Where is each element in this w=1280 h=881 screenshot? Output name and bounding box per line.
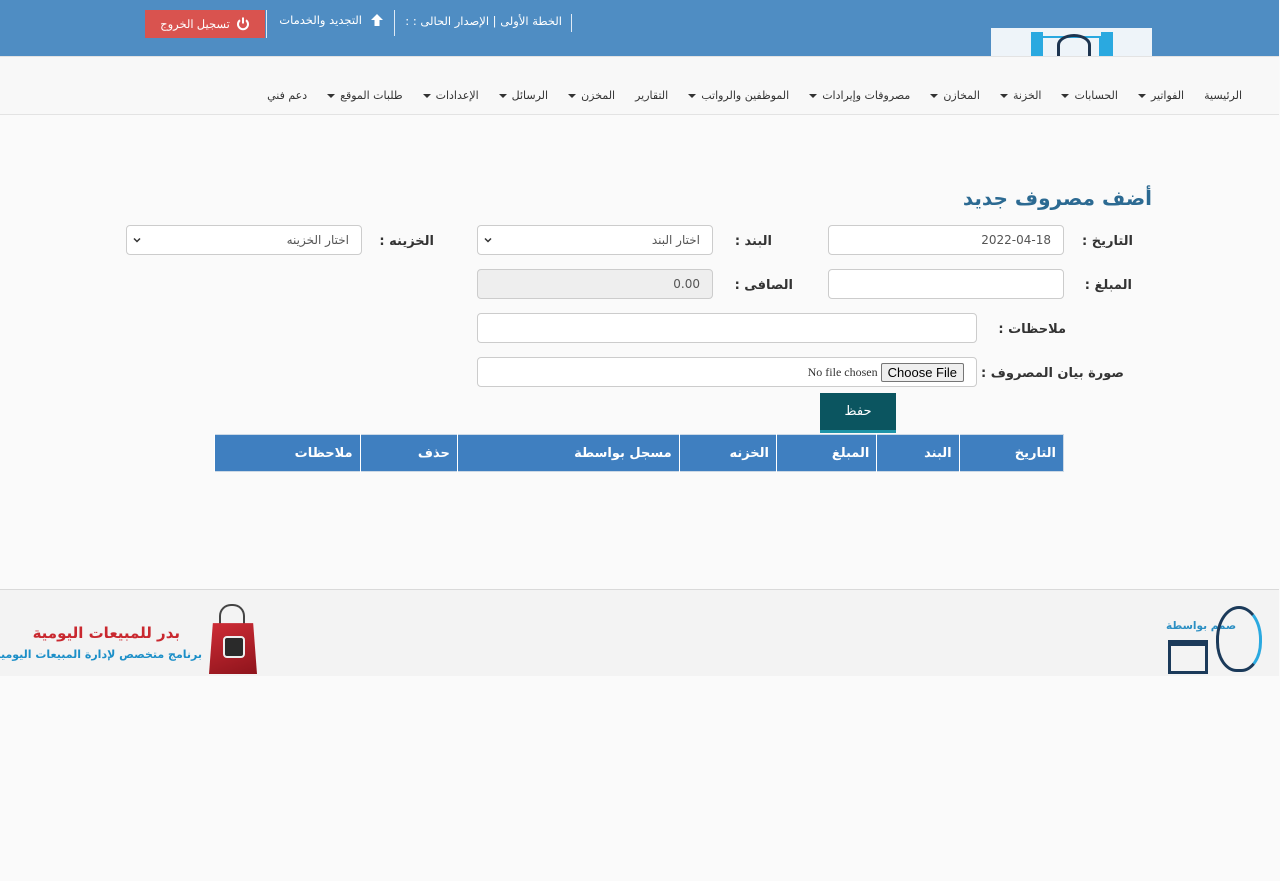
- logo-shape: [1058, 34, 1092, 56]
- item-select[interactable]: اختار البند: [478, 225, 714, 255]
- developer-swirl-shape: [1217, 606, 1263, 672]
- nav-item[interactable]: الفواتير: [1129, 89, 1195, 102]
- choose-file-button[interactable]: Choose File: [881, 362, 965, 382]
- chevron-down-icon: [485, 237, 493, 243]
- date-label: التاريخ :: [1083, 234, 1134, 249]
- caret-down-icon: [423, 93, 432, 98]
- power-icon: [237, 17, 250, 31]
- table-column-header[interactable]: التاريخ: [959, 434, 1065, 472]
- expense-image-label: صورة بيان المصروف :: [982, 366, 1125, 381]
- caret-down-icon: [1062, 93, 1071, 98]
- date-input[interactable]: 2022-04-18: [829, 225, 1065, 255]
- divider: [267, 10, 268, 38]
- net-label: الصافى :: [735, 278, 794, 293]
- product-logo: بدر للمبيعات اليومية برنامج متخصص لإدارة…: [0, 604, 261, 678]
- nav-item-label: مصروفات وإيرادات: [823, 89, 912, 102]
- item-select-value: اختار البند: [652, 233, 701, 247]
- nav-item[interactable]: الرسائل: [490, 89, 559, 102]
- divider: [572, 14, 573, 32]
- nav-item-label: طلبات الموقع: [341, 89, 404, 102]
- caret-down-icon: [1138, 93, 1147, 98]
- amount-label: المبلغ :: [1085, 278, 1133, 293]
- nav-item[interactable]: طلبات الموقع: [318, 89, 413, 102]
- notes-input[interactable]: [478, 313, 978, 343]
- developer-logo[interactable]: صمم بواسطة: [1167, 606, 1265, 678]
- nav-item-label: الحسابات: [1075, 89, 1119, 102]
- developer-mark-shape: [1169, 640, 1209, 674]
- page-title: أضف مصروف جديد: [963, 186, 1153, 210]
- logout-label: تسجيل الخروج: [161, 19, 231, 31]
- top-bar: الخطة الأولى | الإصدار الحالى : : التجدي…: [0, 0, 1280, 56]
- table-column-header[interactable]: مسجل بواسطة: [457, 434, 681, 472]
- table-column-header[interactable]: حذف: [360, 434, 459, 472]
- product-title: بدر للمبيعات اليومية: [33, 624, 181, 642]
- caret-down-icon: [569, 93, 578, 98]
- bag-handle-shape: [220, 604, 246, 626]
- nav-item-label: دعم فني: [268, 89, 309, 102]
- table-column-header[interactable]: الخزنه: [679, 434, 778, 472]
- treasury-select-value: اختار الخزينه: [287, 233, 350, 247]
- net-value: 0.00: [674, 277, 701, 291]
- treasury-label: الخزينه :: [380, 234, 435, 249]
- table-column-header[interactable]: ملاحظات: [215, 434, 362, 472]
- nav-item[interactable]: دعم فني: [258, 89, 318, 102]
- expense-image-file-input[interactable]: No file chosen Choose File: [478, 357, 978, 387]
- nav-item-label: الخزنة: [1013, 89, 1043, 102]
- product-subtitle: برنامج متخصص لإدارة المبيعات اليومية: [0, 648, 203, 661]
- renew-services-link[interactable]: التجديد والخدمات: [280, 13, 385, 27]
- table-header-row: التاريخ البند المبلغ الخزنه مسجل بواسطة حذف مل…: [215, 434, 1065, 472]
- nav-item[interactable]: المخزن: [559, 89, 626, 102]
- amount-input[interactable]: [829, 269, 1065, 299]
- main-nav: الرئيسية الفواتير الحسابات الخزنة المخازن مصر…: [0, 56, 1280, 115]
- nav-item-label: المخازن: [944, 89, 981, 102]
- divider: [395, 10, 396, 36]
- item-label: البند :: [735, 234, 773, 249]
- screen-icon: [224, 636, 246, 658]
- site-logo[interactable]: [992, 28, 1153, 56]
- caret-down-icon: [328, 93, 337, 98]
- caret-down-icon: [499, 93, 508, 98]
- plan-version-text: الخطة الأولى | الإصدار الحالى : :: [406, 14, 563, 28]
- caret-down-icon: [810, 93, 819, 98]
- nav-item-label: الإعدادات: [436, 89, 480, 102]
- notes-label: ملاحظات :: [999, 322, 1067, 337]
- nav-item[interactable]: الحسابات: [1052, 89, 1128, 102]
- file-status: No file chosen: [808, 364, 879, 379]
- arrow-up-icon: [372, 14, 384, 26]
- nav-item[interactable]: الإعدادات: [414, 89, 490, 102]
- save-button[interactable]: حفظ: [821, 393, 897, 433]
- table-column-header[interactable]: البند: [877, 434, 961, 472]
- nav-item-label: الفواتير: [1151, 89, 1186, 102]
- logo-shape: [1102, 32, 1114, 56]
- caret-down-icon: [1000, 93, 1009, 98]
- nav-item-label: الموظفين والرواتب: [702, 89, 791, 102]
- net-input: 0.00: [478, 269, 714, 299]
- nav-list: الرئيسية الفواتير الحسابات الخزنة المخازن مصر…: [258, 89, 1253, 102]
- date-value: 2022-04-18: [982, 233, 1052, 247]
- nav-item-label: الرسائل: [512, 89, 550, 102]
- nav-item[interactable]: مصروفات وإيرادات: [800, 89, 921, 102]
- nav-item-label: الرئيسية: [1205, 89, 1243, 102]
- footer: بدر للمبيعات اليومية برنامج متخصص لإدارة…: [0, 589, 1280, 676]
- treasury-select[interactable]: اختار الخزينه: [127, 225, 363, 255]
- nav-item[interactable]: الخزنة: [991, 89, 1053, 102]
- caret-down-icon: [689, 93, 698, 98]
- caret-down-icon: [931, 93, 940, 98]
- table-column-header[interactable]: المبلغ: [777, 434, 878, 472]
- nav-item[interactable]: المخازن: [921, 89, 991, 102]
- nav-item-label: المخزن: [582, 89, 617, 102]
- nav-item[interactable]: الرئيسية: [1195, 89, 1253, 102]
- nav-item[interactable]: التقارير: [626, 89, 679, 102]
- nav-item[interactable]: الموظفين والرواتب: [679, 89, 800, 102]
- nav-item-label: التقارير: [636, 89, 670, 102]
- renew-services-label: التجديد والخدمات: [280, 13, 363, 27]
- expenses-table: التاريخ البند المبلغ الخزنه مسجل بواسطة حذف مل…: [215, 434, 1065, 472]
- logout-button[interactable]: تسجيل الخروج: [146, 10, 266, 38]
- chevron-down-icon: [134, 237, 142, 243]
